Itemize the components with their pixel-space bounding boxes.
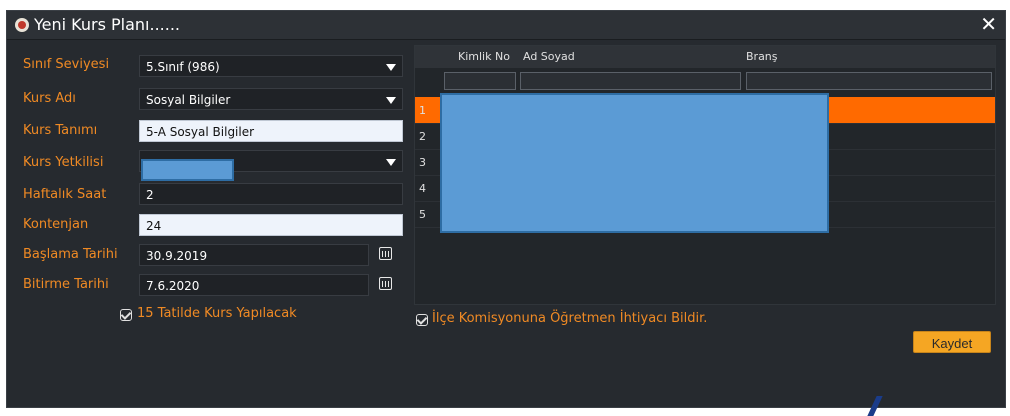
kurs-tanimi-value: 5-A Sosyal Bilgiler [146,125,255,139]
bitirme-tarihi-input[interactable]: 7.6.2020 [139,274,369,296]
kurs-adi-select[interactable]: Sosyal Bilgiler [139,88,403,110]
row-number: 5 [419,208,426,221]
close-button[interactable]: ✕ [980,13,997,35]
baslama-tarihi-value: 30.9.2019 [146,249,208,263]
label-haftalik-saat: Haftalık Saat [23,187,107,202]
haftalik-saat-input[interactable]: 2 [139,183,403,205]
baslama-tarihi-input[interactable]: 30.9.2019 [139,244,369,266]
baslama-calendar-icon[interactable] [379,247,392,260]
label-bitirme-tarihi: Bitirme Tarihi [23,277,109,292]
row-number: 1 [419,104,426,117]
redaction-box-grid [440,93,829,233]
sinif-seviyesi-value: 5.Sınıf (986) [146,60,220,74]
yeni-kurs-plani-dialog: Yeni Kurs Planı...... ✕ Sınıf Seviyesi 5… [6,10,1006,408]
row-number: 3 [419,156,426,169]
kontenjan-value: 24 [146,219,162,233]
kurs-adi-value: Sosyal Bilgiler [146,93,231,107]
sinif-seviyesi-select[interactable]: 5.Sınıf (986) [139,55,403,77]
grid-header: Kimlik No Ad Soyad Branş [415,46,995,68]
label-kurs-adi: Kurs Adı [23,91,76,106]
kontenjan-input[interactable]: 24 [139,214,403,236]
row-number: 4 [419,182,426,195]
filter-ad-soyad[interactable] [520,72,741,90]
column-brans[interactable]: Branş [746,50,778,63]
bitirme-tarihi-value: 7.6.2020 [146,279,200,293]
redaction-box-yetkili [141,159,234,181]
label-kontenjan: Kontenjan [23,217,89,232]
column-kimlik-no[interactable]: Kimlik No [458,50,510,63]
title-bar[interactable]: Yeni Kurs Planı...... ✕ [7,11,1005,40]
label-baslama-tarihi: Başlama Tarihi [23,247,118,262]
filter-kimlik-no[interactable] [444,72,516,90]
tatil-checkbox-label[interactable]: 15 Tatilde Kurs Yapılacak [137,306,297,321]
save-button[interactable]: Kaydet [913,331,991,353]
app-logo-icon [15,18,29,32]
kurs-tanimi-input[interactable]: 5-A Sosyal Bilgiler [139,120,403,142]
label-kurs-tanimi: Kurs Tanımı [23,123,98,138]
row-number: 2 [419,130,426,143]
tatil-checkbox[interactable] [120,309,132,321]
label-sinif-seviyesi: Sınıf Seviyesi [23,57,110,72]
ilce-checkbox-label[interactable]: İlçe Komisyonuna Öğretmen İhtiyacı Bildi… [432,311,707,326]
window-title: Yeni Kurs Planı...... [34,15,180,34]
haftalik-saat-value: 2 [146,188,154,202]
ilce-checkbox[interactable] [416,314,428,326]
column-ad-soyad[interactable]: Ad Soyad [523,50,575,63]
bitirme-calendar-icon[interactable] [379,277,392,290]
filter-brans[interactable] [746,72,992,90]
label-kurs-yetkilisi: Kurs Yetkilisi [23,155,104,170]
